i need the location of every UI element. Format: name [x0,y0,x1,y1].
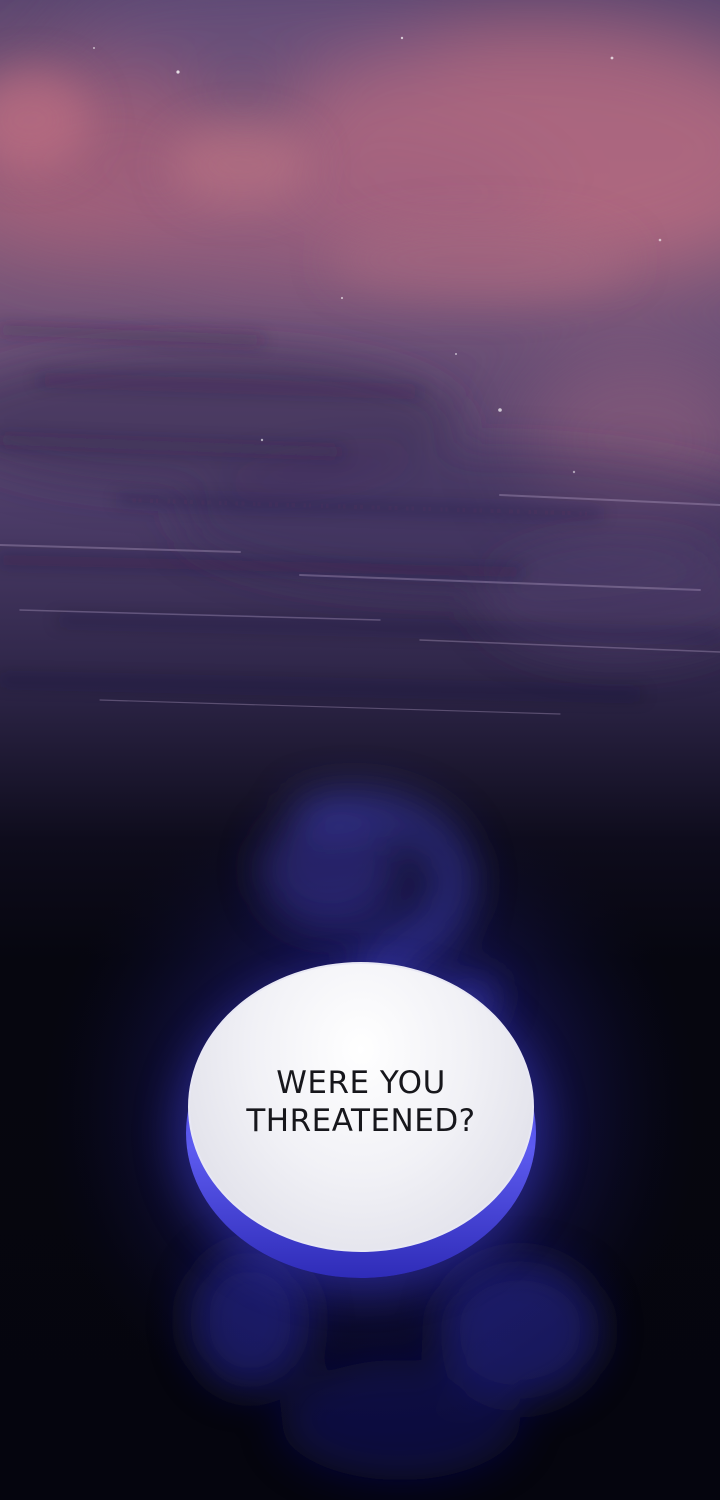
comic-panel: WERE YOU THREATENED? [0,0,720,1500]
speech-bubble: WERE YOU THREATENED? [186,962,536,1278]
speech-bubble-face: WERE YOU THREATENED? [188,962,534,1252]
speech-line-1: WERE YOU [276,1065,446,1101]
speech-line-2: THREATENED? [246,1103,476,1139]
speech-bubble-text: WERE YOU THREATENED? [246,1064,475,1140]
